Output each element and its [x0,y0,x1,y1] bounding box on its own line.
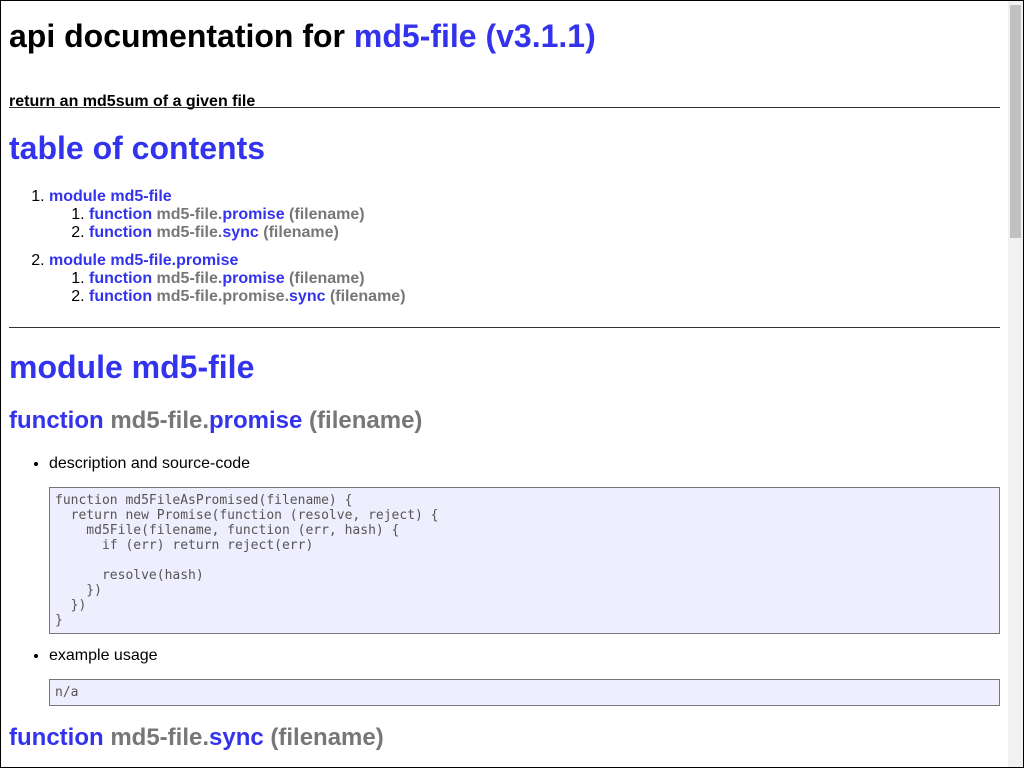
example-label: example usage [49,647,158,664]
page-title: api documentation for md5-file (v3.1.1) [9,17,596,55]
toc-list: module md5-file function md5-file.promis… [9,188,949,316]
vertical-scrollbar[interactable] [1008,1,1023,767]
package-description: return an md5sum of a given file [9,93,256,110]
toc-function-item: function md5-file.promise (filename) [89,206,949,224]
toc-function-item: function md5-file.promise.sync (filename… [89,288,949,306]
function-heading-sync: function md5-file.sync (filename) [9,724,384,751]
divider-1 [9,107,1000,108]
source-code-block: function md5FileAsPromised(filename) { r… [49,487,1000,634]
toc-module-link[interactable]: module md5-file [49,188,172,205]
toc-module-link[interactable]: module md5-file.promise [49,252,238,269]
toc-heading: table of contents [9,130,266,166]
description-item: description and source-code function md5… [49,455,1000,634]
description-label: description and source-code [49,455,251,472]
package-link[interactable]: md5-file (v3.1.1) [354,18,596,54]
toc-function-item: function md5-file.sync (filename) [89,224,949,242]
toc-module-item: module md5-file function md5-file.promis… [49,188,949,242]
module-heading: module md5-file [9,349,255,385]
toc-function-link[interactable]: function md5-file.sync (filename) [89,224,339,241]
toc-function-link[interactable]: function md5-file.promise.sync (filename… [89,288,406,305]
toc-function-list: function md5-file.promise (filename) fun… [49,206,949,242]
toc-function-link[interactable]: function md5-file.promise (filename) [89,270,365,287]
example-code-block: n/a [49,679,1000,706]
example-item: example usage n/a [49,647,1000,706]
function-details: description and source-code function md5… [9,455,1000,706]
title-prefix: api documentation for [9,18,345,54]
toc-function-list: function md5-file.promise (filename) fun… [49,270,949,306]
divider-2 [9,327,1000,328]
toc-function-link[interactable]: function md5-file.promise (filename) [89,206,365,223]
function-heading-promise: function md5-file.promise (filename) [9,407,423,434]
toc-module-item: module md5-file.promise function md5-fil… [49,252,949,306]
browser-viewport: api documentation for md5-file (v3.1.1) … [0,0,1024,768]
scrollbar-thumb[interactable] [1010,5,1021,238]
toc-function-item: function md5-file.promise (filename) [89,270,949,288]
